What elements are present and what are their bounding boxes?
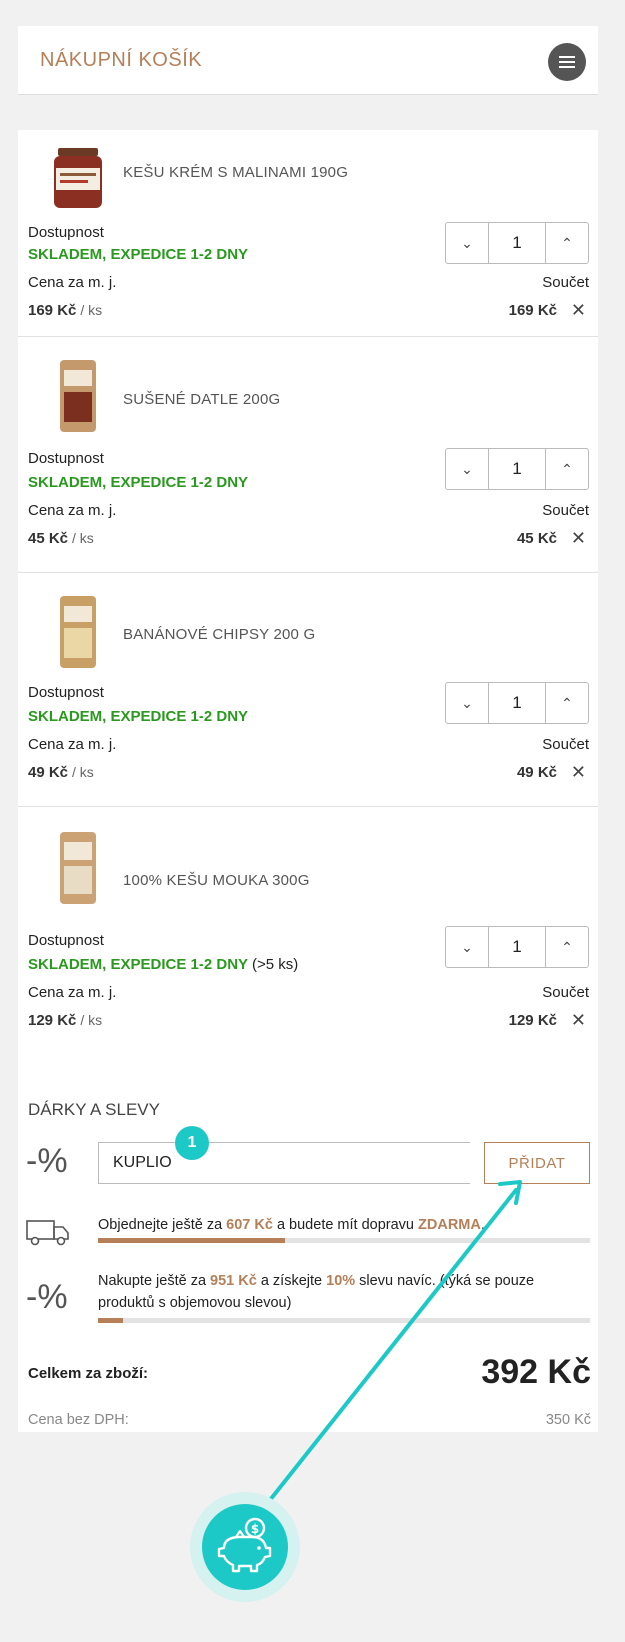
quantity-increase-button[interactable]: ⌃ bbox=[546, 683, 588, 723]
quantity-value[interactable]: 1 bbox=[488, 927, 546, 967]
unit-price-label: Cena za m. j. bbox=[28, 502, 117, 519]
product-name[interactable]: KEŠU KRÉM S MALINAMI 190G bbox=[123, 164, 348, 181]
quantity-stepper: ⌄ 1 ⌃ bbox=[445, 682, 589, 724]
step-badge: 1 bbox=[175, 1126, 209, 1160]
availability-label: Dostupnost bbox=[28, 684, 104, 701]
quantity-increase-button[interactable]: ⌃ bbox=[546, 223, 588, 263]
chevron-up-icon: ⌃ bbox=[561, 234, 573, 251]
item-sum: 169 Kč bbox=[508, 302, 557, 319]
percent-icon: -% bbox=[26, 1278, 68, 1316]
availability-note: (>5 ks) bbox=[251, 956, 299, 973]
cart-item: BANÁNOVÉ CHIPSY 200 G Dostupnost SKLADEM… bbox=[18, 572, 598, 807]
product-bag-image bbox=[60, 596, 96, 668]
percent-icon: -% bbox=[26, 1142, 68, 1180]
product-bag-image bbox=[60, 360, 96, 432]
unit-price: 49 Kč / ks bbox=[28, 764, 94, 781]
item-sum: 45 Kč bbox=[516, 530, 557, 547]
quantity-decrease-button[interactable]: ⌄ bbox=[446, 683, 488, 723]
quantity-increase-button[interactable]: ⌃ bbox=[546, 927, 588, 967]
truck-icon bbox=[26, 1220, 69, 1246]
cart-item: 100% KEŠU MOUKA 300G Dostupnost SKLADEM,… bbox=[18, 806, 598, 1052]
unit-price-label: Cena za m. j. bbox=[28, 274, 117, 291]
quantity-decrease-button[interactable]: ⌄ bbox=[446, 223, 488, 263]
total-value: 392 Kč bbox=[481, 1353, 591, 1391]
availability-label: Dostupnost bbox=[28, 450, 104, 467]
net-price-label: Cena bez DPH: bbox=[28, 1412, 129, 1428]
availability-status: SKLADEM, EXPEDICE 1-2 DNY bbox=[28, 474, 249, 491]
item-sum: 129 Kč bbox=[508, 1012, 557, 1029]
quantity-decrease-button[interactable]: ⌄ bbox=[446, 927, 488, 967]
coupon-input[interactable]: KUPLIO bbox=[98, 1142, 470, 1184]
quantity-value[interactable]: 1 bbox=[488, 449, 546, 489]
unit-price: 169 Kč / ks bbox=[28, 302, 103, 319]
chevron-down-icon: ⌄ bbox=[461, 938, 473, 955]
add-coupon-button[interactable]: PŘIDAT bbox=[484, 1142, 590, 1184]
product-name[interactable]: BANÁNOVÉ CHIPSY 200 G bbox=[123, 626, 315, 643]
unit-price-label: Cena za m. j. bbox=[28, 984, 117, 1001]
cart-item: KEŠU KRÉM S MALINAMI 190G Dostupnost SKL… bbox=[18, 130, 598, 337]
chevron-down-icon: ⌄ bbox=[461, 694, 473, 711]
chevron-down-icon: ⌄ bbox=[461, 234, 473, 251]
quantity-stepper: ⌄ 1 ⌃ bbox=[445, 222, 589, 264]
total-label: Celkem za zboží: bbox=[28, 1365, 149, 1382]
remove-item-icon[interactable]: ✕ bbox=[571, 1010, 586, 1031]
product-name[interactable]: SUŠENÉ DATLE 200G bbox=[123, 391, 280, 408]
svg-text:$: $ bbox=[251, 1522, 259, 1536]
quantity-decrease-button[interactable]: ⌄ bbox=[446, 449, 488, 489]
sum-label: Součet bbox=[542, 502, 589, 519]
free-shipping-message: Objednejte ještě za 607 Kč a budete mít … bbox=[98, 1217, 485, 1233]
availability-label: Dostupnost bbox=[28, 932, 104, 949]
remove-item-icon[interactable]: ✕ bbox=[571, 528, 586, 549]
net-price-value: 350 Kč bbox=[545, 1412, 591, 1428]
availability-status: SKLADEM, EXPEDICE 1-2 DNY (>5 ks) bbox=[28, 956, 299, 973]
sum-label: Součet bbox=[542, 736, 589, 753]
chevron-down-icon: ⌄ bbox=[461, 460, 473, 477]
menu-icon[interactable] bbox=[548, 43, 586, 81]
remove-item-icon[interactable]: ✕ bbox=[571, 762, 586, 783]
piggy-bank-icon[interactable]: $ bbox=[202, 1504, 288, 1590]
quantity-stepper: ⌄ 1 ⌃ bbox=[445, 926, 589, 968]
discount-progress bbox=[98, 1318, 590, 1323]
chevron-up-icon: ⌃ bbox=[561, 938, 573, 955]
chevron-up-icon: ⌃ bbox=[561, 460, 573, 477]
quantity-stepper: ⌄ 1 ⌃ bbox=[445, 448, 589, 490]
free-shipping-progress bbox=[98, 1238, 590, 1243]
unit-price: 129 Kč / ks bbox=[28, 1012, 103, 1029]
availability-status: SKLADEM, EXPEDICE 1-2 DNY bbox=[28, 708, 249, 725]
availability-status: SKLADEM, EXPEDICE 1-2 DNY bbox=[28, 246, 249, 263]
sum-label: Součet bbox=[542, 274, 589, 291]
remove-item-icon[interactable]: ✕ bbox=[571, 300, 586, 321]
discount-message: Nakupte ještě za 951 Kč a získejte 10% s… bbox=[98, 1273, 535, 1311]
page-title: NÁKUPNÍ KOŠÍK bbox=[40, 49, 203, 71]
item-sum: 49 Kč bbox=[516, 764, 557, 781]
cart-header: NÁKUPNÍ KOŠÍK bbox=[18, 26, 598, 95]
quantity-value[interactable]: 1 bbox=[488, 683, 546, 723]
discount-progress-fill bbox=[98, 1318, 123, 1323]
gifts-title: DÁRKY A SLEVY bbox=[28, 1100, 160, 1119]
availability-label: Dostupnost bbox=[28, 224, 104, 241]
product-name[interactable]: 100% KEŠU MOUKA 300G bbox=[123, 872, 310, 889]
product-jar-image bbox=[54, 148, 102, 208]
chevron-up-icon: ⌃ bbox=[561, 694, 573, 711]
sum-label: Součet bbox=[542, 984, 589, 1001]
unit-price: 45 Kč / ks bbox=[28, 530, 94, 547]
cart-item: SUŠENÉ DATLE 200G Dostupnost SKLADEM, EX… bbox=[18, 336, 598, 573]
cart-list: KEŠU KRÉM S MALINAMI 190G Dostupnost SKL… bbox=[18, 130, 598, 1432]
unit-price-label: Cena za m. j. bbox=[28, 736, 117, 753]
free-shipping-progress-fill bbox=[98, 1238, 285, 1243]
quantity-increase-button[interactable]: ⌃ bbox=[546, 449, 588, 489]
product-bag-image bbox=[60, 832, 96, 904]
quantity-value[interactable]: 1 bbox=[488, 223, 546, 263]
